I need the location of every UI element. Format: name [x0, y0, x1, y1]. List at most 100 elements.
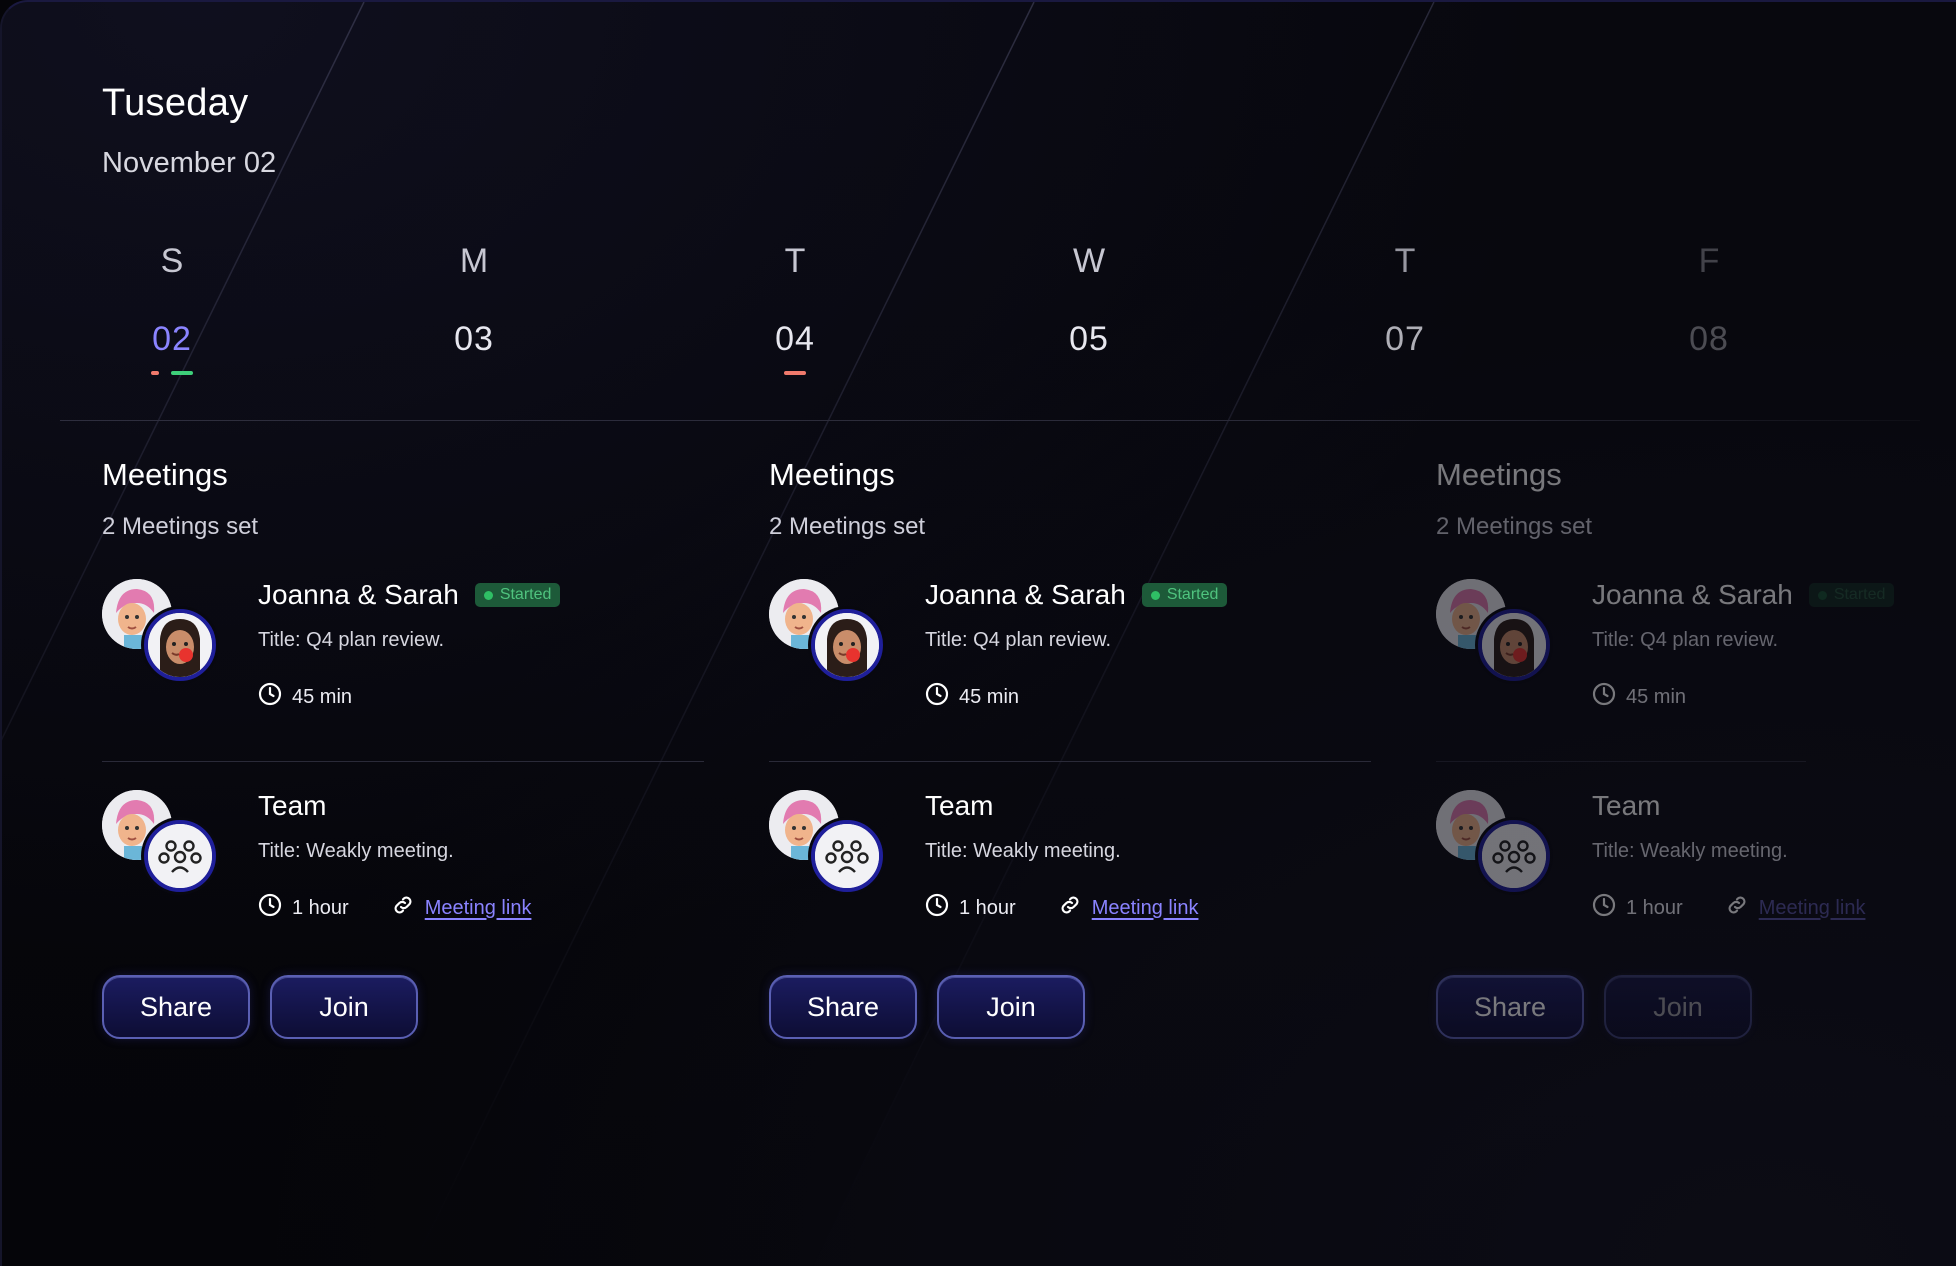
share-button[interactable]: Share [102, 975, 250, 1039]
date-header: Tuseday November 02 [102, 82, 276, 180]
group-icon [1478, 820, 1550, 892]
status-badge-label: Started [1166, 586, 1219, 603]
link-icon [1058, 893, 1082, 923]
meeting-name: Joanna & Sarah [925, 579, 1126, 610]
weekday-letter: W [1072, 242, 1106, 280]
meeting-info: Joanna & Sarah Started Title: Q4 plan re… [1592, 579, 1895, 712]
event-dot-red [151, 371, 159, 375]
meeting-duration: 45 min [1626, 685, 1687, 708]
meeting-duration: 1 hour [292, 896, 349, 919]
weekday-thu[interactable]: T 07 [1345, 242, 1465, 377]
clock-icon [925, 682, 949, 712]
join-button[interactable]: Join [937, 975, 1085, 1039]
link-icon [391, 893, 415, 923]
meeting-card[interactable]: Team Title: Weakly meeting. 1 hour Meeti… [1436, 790, 1956, 950]
group-icon [144, 820, 216, 892]
meeting-info: Joanna & Sarah Started Title: Q4 plan re… [258, 579, 561, 712]
meeting-name: Team [258, 790, 327, 821]
meeting-title: Title: Q4 plan review. [258, 629, 445, 651]
meeting-title: Title: Weakly meeting. [925, 840, 1121, 862]
status-dot [1817, 590, 1827, 600]
status-dot [483, 590, 493, 600]
weekday-letter: T [784, 242, 806, 280]
weekday-letter: S [160, 242, 184, 280]
event-dot-red [784, 371, 806, 375]
meeting-name: Joanna & Sarah [1592, 579, 1793, 610]
meetings-count: 2 Meetings set [769, 513, 926, 540]
status-badge-label: Started [1833, 586, 1886, 603]
weekday-number: 03 [454, 320, 494, 358]
clock-icon [925, 893, 949, 923]
clock-icon [258, 682, 282, 712]
meeting-separator [102, 761, 704, 762]
meeting-info: Joanna & Sarah Started Title: Q4 plan re… [925, 579, 1228, 712]
meeting-link[interactable]: Meeting link [425, 897, 532, 920]
meetings-column-3: Meetings 2 Meetings set Joanna & Sarah S… [1436, 457, 1956, 1039]
share-button[interactable]: Share [1436, 975, 1584, 1039]
meeting-card[interactable]: Joanna & Sarah Started Title: Q4 plan re… [1436, 579, 1956, 739]
meetings-heading: Meetings [1436, 457, 1562, 492]
avatar-dark-hair [811, 609, 883, 681]
date-subtitle: November 02 [102, 147, 277, 179]
calendar-panel: Tuseday November 02 S 02 M 03 T 04 W 05 … [0, 0, 1956, 1266]
week-divider [60, 420, 1920, 421]
join-button[interactable]: Join [270, 975, 418, 1039]
meeting-title: Title: Weakly meeting. [258, 840, 454, 862]
meetings-heading: Meetings [769, 457, 895, 492]
meeting-card[interactable]: Joanna & Sarah Started Title: Q4 plan re… [769, 579, 1369, 739]
avatar-dark-hair [1478, 609, 1550, 681]
event-dot-green [171, 371, 193, 375]
meeting-info: Team Title: Weakly meeting. 1 hour Meeti… [1592, 790, 1865, 923]
status-dot [1150, 590, 1160, 600]
weekday-letter: T [1394, 242, 1416, 280]
meetings-count: 2 Meetings set [1436, 513, 1593, 540]
weekday-mon[interactable]: M 03 [414, 242, 534, 377]
meeting-card[interactable]: Team Title: Weakly meeting. 1 hour Meeti… [769, 790, 1369, 950]
meeting-duration: 1 hour [1626, 896, 1683, 919]
meeting-separator [769, 761, 1371, 762]
avatar-dark-hair [144, 609, 216, 681]
clock-icon [1592, 893, 1616, 923]
event-indicators [112, 371, 232, 377]
meeting-separator [1436, 761, 1806, 762]
weekday-tue[interactable]: T 04 [735, 242, 855, 377]
meeting-title: Title: Weakly meeting. [1592, 840, 1788, 862]
meetings-count: 2 Meetings set [102, 513, 259, 540]
join-button[interactable]: Join [1604, 975, 1752, 1039]
meeting-info: Team Title: Weakly meeting. 1 hour Meeti… [258, 790, 531, 923]
meetings-column-2: Meetings 2 Meetings set Joanna & Sarah S… [769, 457, 1371, 1039]
status-badge-label: Started [499, 586, 552, 603]
status-badge: Started [1141, 583, 1228, 607]
weekday-number: 04 [775, 320, 815, 358]
meeting-title: Title: Q4 plan review. [925, 629, 1112, 651]
meeting-duration: 45 min [959, 685, 1020, 708]
weekday-wed[interactable]: W 05 [1029, 242, 1149, 377]
meeting-title: Title: Q4 plan review. [1592, 629, 1779, 651]
weekday-number-selected: 02 [152, 320, 192, 358]
status-badge: Started [1808, 583, 1895, 607]
weekday-letter: M [459, 242, 489, 280]
meetings-heading: Meetings [102, 457, 228, 492]
link-icon [1725, 893, 1749, 923]
group-icon [811, 820, 883, 892]
meeting-card[interactable]: Joanna & Sarah Started Title: Q4 plan re… [102, 579, 702, 739]
meeting-name: Team [1592, 790, 1661, 821]
clock-icon [258, 893, 282, 923]
event-indicators [735, 371, 855, 377]
weekday-fri[interactable]: F 08 [1649, 242, 1769, 377]
weekday-number: 07 [1385, 320, 1425, 358]
meeting-name: Joanna & Sarah [258, 579, 459, 610]
clock-icon [1592, 682, 1616, 712]
meeting-info: Team Title: Weakly meeting. 1 hour Meeti… [925, 790, 1198, 923]
day-title: Tuseday [102, 82, 249, 124]
weekday-letter: F [1698, 242, 1720, 280]
weekday-number: 05 [1069, 320, 1109, 358]
meetings-column-1: Meetings 2 Meetings set Joanna & Sarah S… [102, 457, 704, 1039]
meeting-card[interactable]: Team Title: Weakly meeting. 1 hour Meeti… [102, 790, 702, 950]
weekday-sun[interactable]: S 02 [112, 242, 232, 377]
status-badge: Started [474, 583, 561, 607]
meeting-link[interactable]: Meeting link [1092, 897, 1199, 920]
meeting-name: Team [925, 790, 994, 821]
meeting-link[interactable]: Meeting link [1759, 897, 1866, 920]
share-button[interactable]: Share [769, 975, 917, 1039]
